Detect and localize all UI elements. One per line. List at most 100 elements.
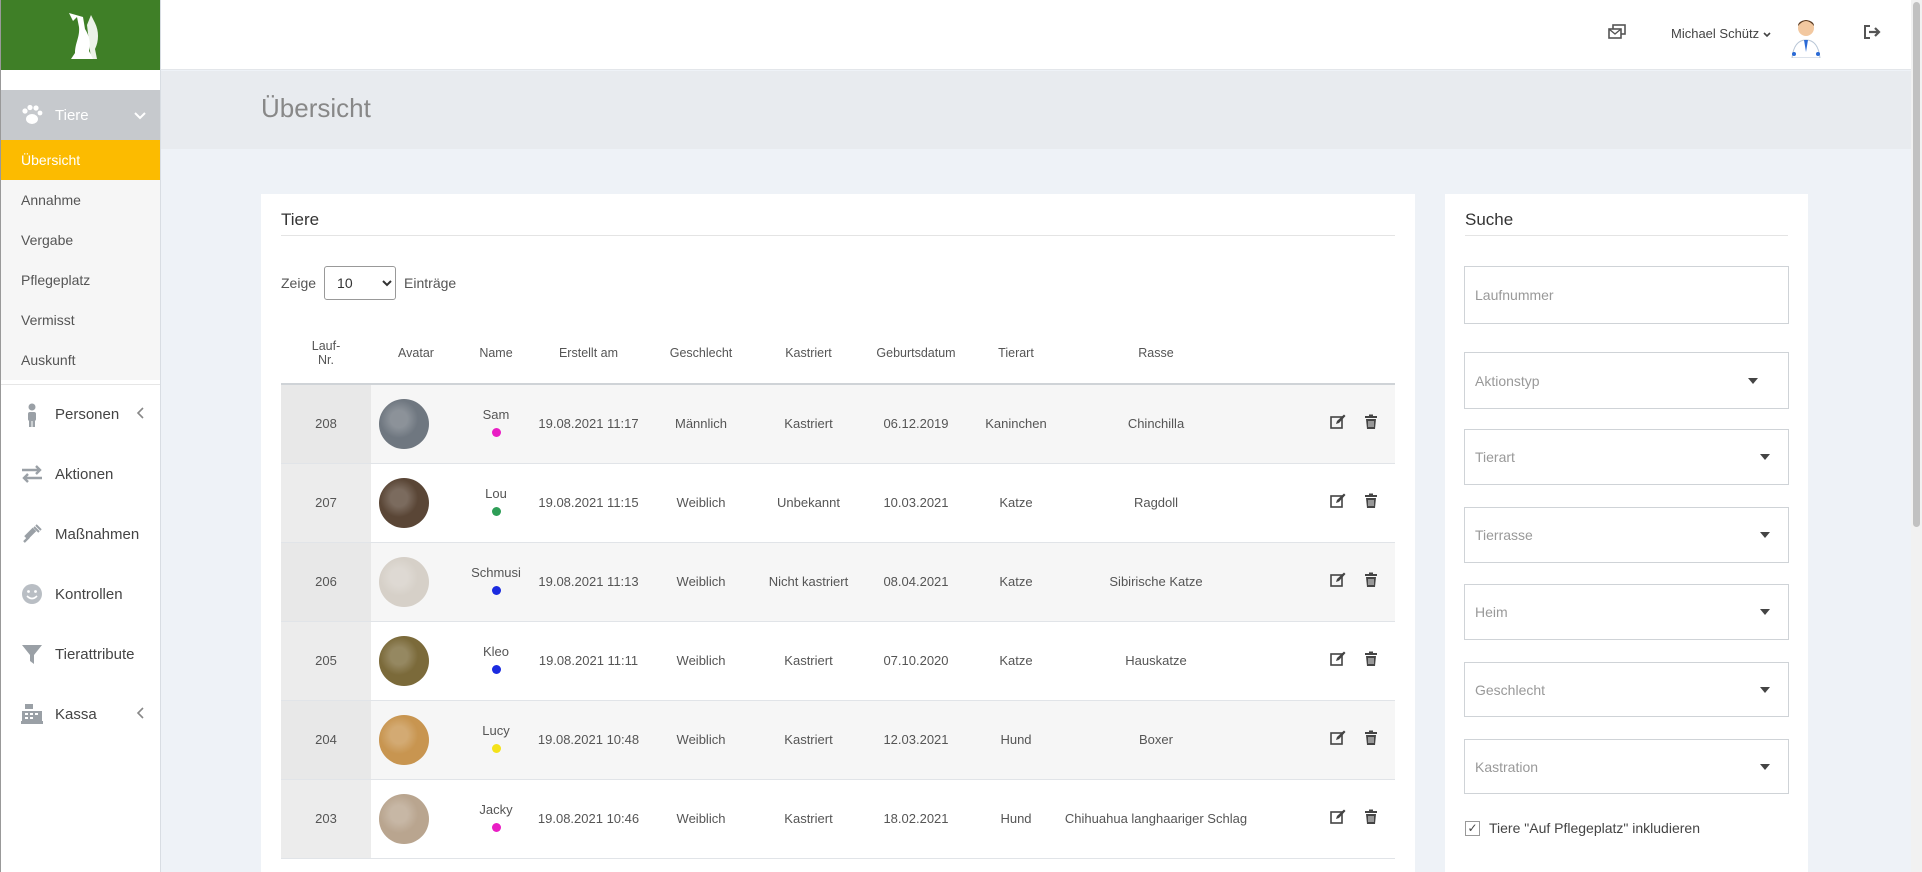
caret-down-icon	[1760, 686, 1770, 693]
cell-species: Katze	[971, 463, 1061, 543]
menu-item-personen[interactable]: Personen	[1, 384, 160, 444]
panel-title: Tiere	[281, 210, 320, 229]
animal-name[interactable]: Lou	[461, 486, 531, 501]
col-header-erstellt[interactable]: Erstellt am	[531, 322, 646, 385]
cell-neutered: Kastriert	[756, 384, 861, 464]
tierart-select[interactable]: Tierart	[1464, 429, 1789, 485]
col-header-tierart[interactable]: Tierart	[971, 322, 1061, 385]
subnav-item-annahme[interactable]: Annahme	[1, 180, 160, 220]
heim-select[interactable]: Heim	[1464, 584, 1789, 640]
status-dot	[491, 823, 501, 832]
edit-icon[interactable]	[1330, 651, 1346, 670]
placeholder: Aktionstyp	[1475, 372, 1540, 389]
delete-icon[interactable]	[1363, 493, 1379, 512]
subnav-item-uebersicht[interactable]: Übersicht	[1, 140, 160, 180]
logo[interactable]	[1, 0, 160, 70]
scrollbar-thumb[interactable]	[1913, 2, 1920, 527]
col-header-geburtsdatum[interactable]: Geburtsdatum	[861, 322, 971, 385]
table-row[interactable]: 207 Lou 19.08.2021 11:15 Weiblich Unbekannt 1…	[281, 463, 1395, 543]
aktionstyp-select[interactable]: Aktionstyp	[1464, 352, 1789, 409]
subnav-item-auskunft[interactable]: Auskunft	[1, 340, 160, 380]
cell-neutered: Kastriert	[756, 779, 861, 859]
menu-item-label: Kontrollen	[55, 585, 123, 603]
delete-icon[interactable]	[1363, 651, 1379, 670]
col-header-rasse[interactable]: Rasse	[1061, 322, 1251, 385]
laufnummer-input[interactable]: Laufnummer	[1464, 266, 1789, 324]
table-row[interactable]: 205 Kleo 19.08.2021 11:11 Weiblich Kastriert…	[281, 621, 1395, 701]
placeholder: Tierrasse	[1475, 527, 1533, 543]
tierrasse-select[interactable]: Tierrasse	[1464, 507, 1789, 563]
smiley-icon	[19, 581, 45, 607]
checkbox[interactable]: ✓	[1465, 820, 1480, 836]
table-row[interactable]: 204 Lucy 19.08.2021 10:48 Weiblich Kastriert…	[281, 700, 1395, 780]
menu-item-aktionen[interactable]: Aktionen	[1, 444, 160, 504]
delete-icon[interactable]	[1363, 730, 1379, 749]
cell-actions	[1251, 621, 1395, 701]
page-header: Übersicht	[161, 71, 1911, 149]
animal-name[interactable]: Jacky	[461, 802, 531, 817]
table-row[interactable]: 208 Sam 19.08.2021 11:17 Männlich Kastriert 0…	[281, 384, 1395, 464]
cell-sex: Weiblich	[646, 700, 756, 780]
table-row[interactable]: 206 Schmusi 19.08.2021 11:13 Weiblich Nicht …	[281, 542, 1395, 622]
scrollbar[interactable]	[1911, 0, 1922, 872]
subnav-item-vermisst[interactable]: Vermisst	[1, 300, 160, 340]
page-size-select[interactable]: 10	[324, 266, 397, 300]
col-header-laufnr[interactable]: Lauf- Nr.	[281, 322, 371, 385]
animal-avatar[interactable]	[379, 714, 429, 765]
animal-name[interactable]: Sam	[461, 407, 531, 422]
user-avatar[interactable]	[1786, 16, 1826, 59]
col-header-geschlecht[interactable]: Geschlecht	[646, 322, 756, 385]
menu-item-label: Maßnahmen	[55, 525, 140, 543]
messages-icon[interactable]	[1608, 24, 1628, 44]
animal-name[interactable]: Kleo	[461, 644, 531, 659]
delete-icon[interactable]	[1363, 572, 1379, 591]
col-header-actions	[1251, 322, 1395, 385]
edit-icon[interactable]	[1330, 809, 1346, 828]
delete-icon[interactable]	[1363, 809, 1379, 828]
entries-label: Einträge	[404, 275, 457, 291]
nav-section-label: Tiere	[55, 106, 89, 124]
cell-species: Kaninchen	[971, 384, 1061, 464]
menu-item-tierattribute[interactable]: Tierattribute	[1, 624, 160, 684]
sidebar: Tiere Übersicht Annahme Vergabe Pflegepl…	[0, 0, 161, 872]
divider	[1465, 235, 1788, 236]
cell-breed: Hauskatze	[1061, 621, 1251, 701]
nav-section-tiere[interactable]: Tiere	[1, 90, 160, 140]
animal-avatar[interactable]	[379, 635, 429, 686]
col-header-kastriert[interactable]: Kastriert	[756, 322, 861, 385]
menu-item-kassa[interactable]: Kassa	[1, 684, 160, 744]
cell-actions	[1251, 700, 1395, 780]
edit-icon[interactable]	[1330, 730, 1346, 749]
include-foster-checkbox[interactable]: ✓ Tiere "Auf Pflegeplatz" inkludieren	[1465, 820, 1700, 836]
delete-icon[interactable]	[1363, 414, 1379, 433]
col-header-avatar[interactable]: Avatar	[371, 322, 461, 385]
user-menu-toggle[interactable]: Michael Schütz	[1671, 26, 1771, 41]
edit-icon[interactable]	[1330, 414, 1346, 433]
placeholder: Laufnummer	[1475, 287, 1554, 303]
cell-breed: Ragdoll	[1061, 463, 1251, 543]
cell-name: Schmusi	[461, 542, 531, 622]
animal-avatar[interactable]	[379, 398, 429, 449]
main-menu: Personen Aktionen Maßnahmen Kontrollen T…	[1, 384, 160, 744]
cell-laufnr: 204	[281, 700, 371, 780]
animal-name[interactable]: Schmusi	[461, 565, 531, 580]
geschlecht-select[interactable]: Geschlecht	[1464, 662, 1789, 717]
kastration-select[interactable]: Kastration	[1464, 739, 1789, 794]
subnav-item-vergabe[interactable]: Vergabe	[1, 220, 160, 260]
animal-avatar[interactable]	[379, 793, 429, 844]
animal-avatar[interactable]	[379, 477, 429, 528]
table-row[interactable]: 203 Jacky 19.08.2021 10:46 Weiblich Kastrier…	[281, 779, 1395, 859]
col-header-name[interactable]: Name	[461, 322, 531, 385]
edit-icon[interactable]	[1330, 572, 1346, 591]
cell-laufnr: 206	[281, 542, 371, 622]
animal-name[interactable]: Lucy	[461, 723, 531, 738]
placeholder: Kastration	[1475, 758, 1539, 775]
menu-item-massnahmen[interactable]: Maßnahmen	[1, 504, 160, 564]
animal-avatar[interactable]	[379, 556, 429, 607]
subnav-item-pflegeplatz[interactable]: Pflegeplatz	[1, 260, 160, 300]
menu-item-kontrollen[interactable]: Kontrollen	[1, 564, 160, 624]
page-title: Übersicht	[261, 93, 371, 123]
logout-icon[interactable]	[1863, 24, 1883, 44]
subnav-label: Vermisst	[21, 312, 75, 328]
edit-icon[interactable]	[1330, 493, 1346, 512]
